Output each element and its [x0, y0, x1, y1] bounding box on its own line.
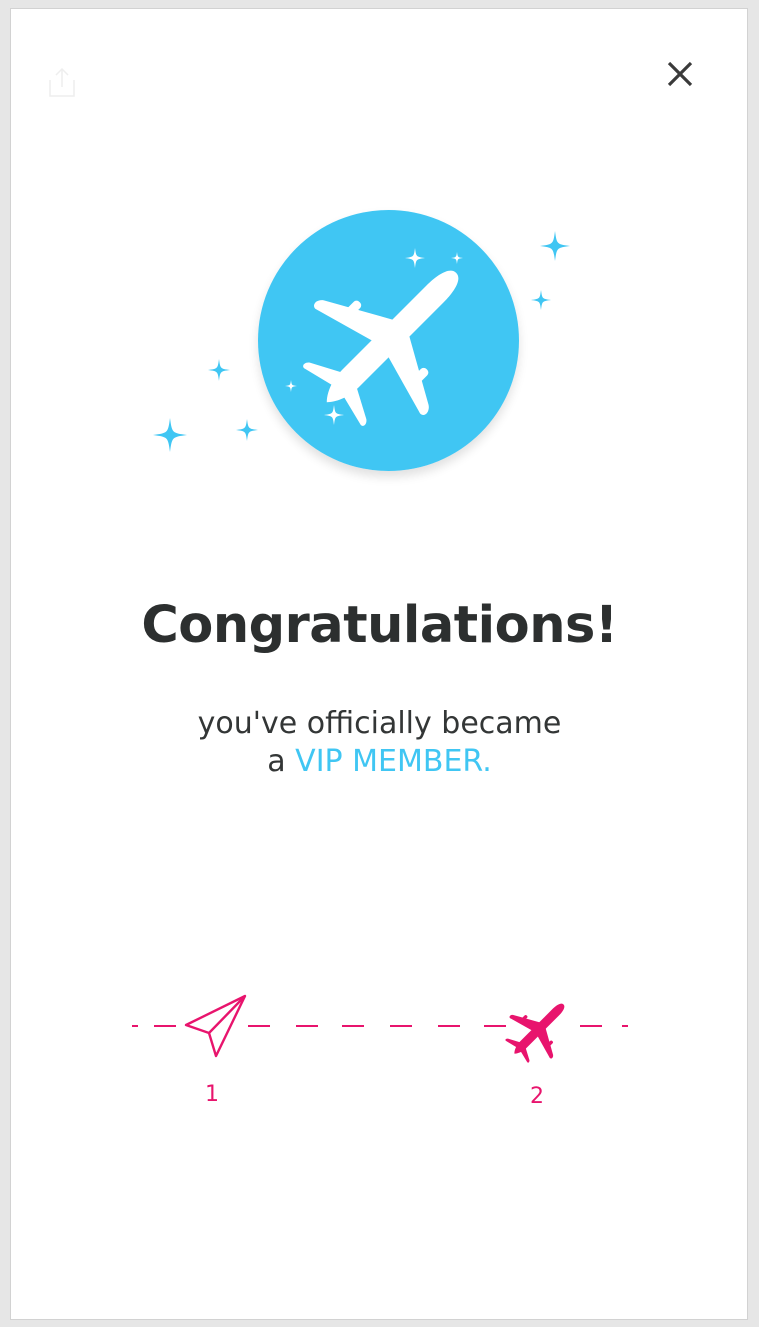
- vip-member-highlight: VIP MEMBER.: [295, 744, 492, 779]
- step-1-label: 1: [205, 1082, 219, 1107]
- vip-badge: [258, 210, 519, 471]
- step-2-label: 2: [530, 1084, 544, 1109]
- sparkle-icon: [236, 419, 258, 441]
- close-icon: [667, 61, 693, 87]
- sparkle-icon: [540, 231, 570, 261]
- paper-plane-icon: [184, 994, 247, 1058]
- message-line-2: a VIP MEMBER.: [0, 743, 759, 781]
- sparkle-icon: [208, 359, 230, 381]
- sparkle-icon: [531, 290, 551, 310]
- share-button[interactable]: [47, 66, 77, 98]
- congratulations-title: Congratulations!: [141, 596, 618, 655]
- close-button[interactable]: [662, 56, 698, 92]
- sparkle-icon: [153, 418, 187, 452]
- vip-message: you've officially became a VIP MEMBER.: [0, 705, 759, 781]
- airplane-icon: [505, 1003, 565, 1063]
- share-icon: [49, 67, 75, 97]
- progress-track: [132, 994, 628, 1063]
- airplane-icon: [258, 210, 519, 471]
- message-prefix: a: [267, 744, 296, 779]
- message-line-1: you've officially became: [197, 706, 562, 741]
- membership-progress: 1 2: [120, 985, 640, 1125]
